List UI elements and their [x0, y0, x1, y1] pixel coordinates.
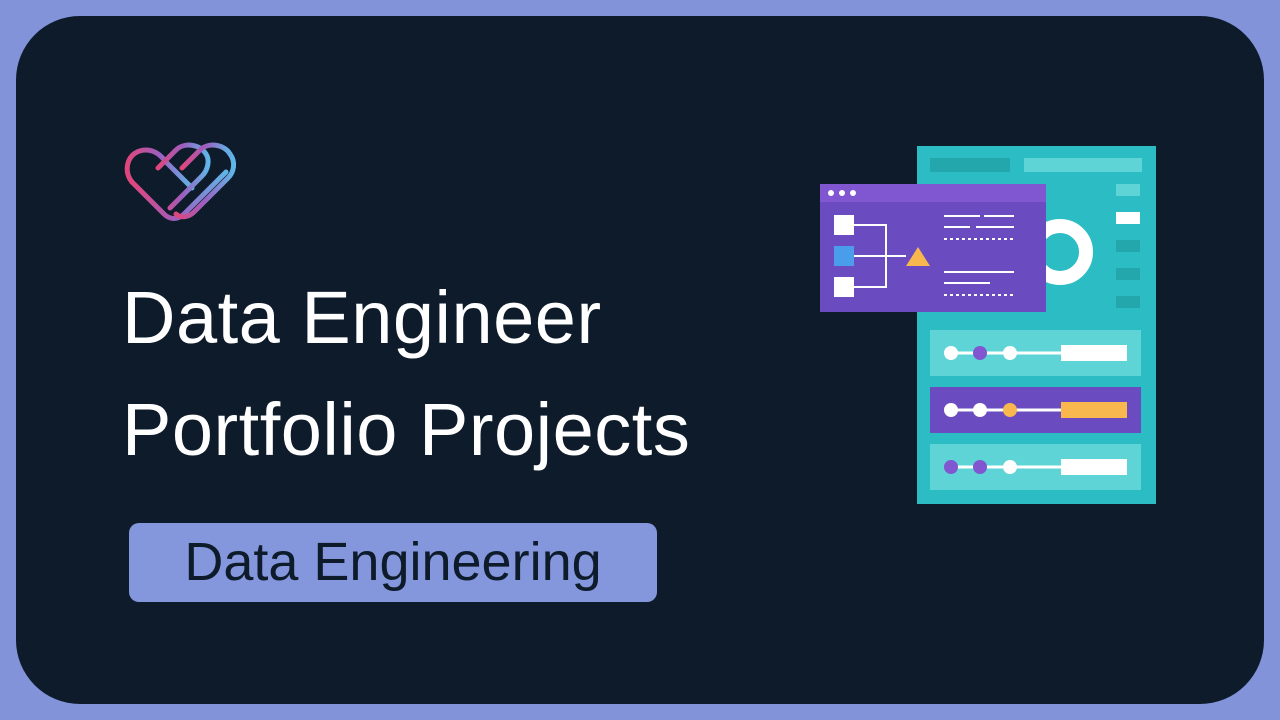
flow-node: [834, 277, 854, 297]
flow-node: [834, 215, 854, 235]
slider-knob: [944, 346, 958, 360]
sidebar-block: [1116, 212, 1140, 224]
slider-value-bar: [1061, 345, 1127, 361]
window-dot-icon: [839, 190, 845, 196]
panel-header-bar: [1024, 158, 1142, 172]
slider-knob: [1003, 460, 1017, 474]
slider-knob: [944, 460, 958, 474]
slider-knob: [973, 403, 987, 417]
window-dot-icon: [850, 190, 856, 196]
sidebar-block: [1116, 184, 1140, 196]
category-badge: Data Engineering: [129, 523, 657, 602]
slider-knob: [973, 460, 987, 474]
page-title: Data Engineer Portfolio Projects: [122, 262, 690, 486]
slider-knob: [1003, 346, 1017, 360]
sidebar-block: [1116, 240, 1140, 252]
title-line-1: Data Engineer: [122, 276, 602, 359]
slider-value-bar: [1061, 402, 1127, 418]
sidebar-block: [1116, 268, 1140, 280]
sidebar-block: [1116, 296, 1140, 308]
flow-node: [834, 246, 854, 266]
title-line-2: Portfolio Projects: [122, 388, 691, 471]
slider-knob: [973, 346, 987, 360]
slider-value-bar: [1061, 459, 1127, 475]
slider-knob: [944, 403, 958, 417]
panel-header-bar: [930, 158, 1010, 172]
gradient-heart-logo-icon: [124, 142, 237, 221]
data-dashboard-illustration: [820, 146, 1156, 504]
window-dot-icon: [828, 190, 834, 196]
slider-knob: [1003, 403, 1017, 417]
